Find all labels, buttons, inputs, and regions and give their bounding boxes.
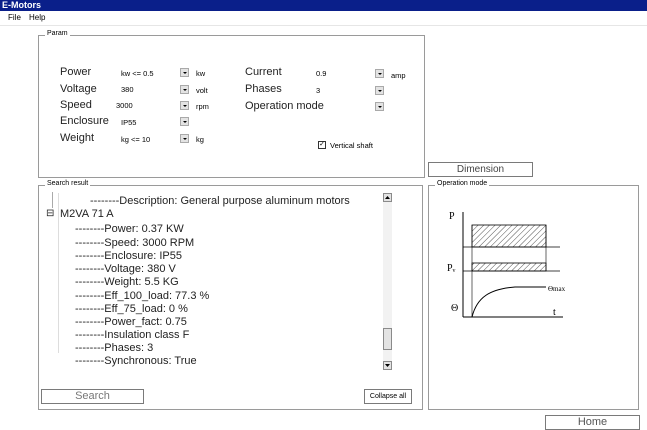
power-block xyxy=(471,224,547,248)
tree-node-m2va-71-a[interactable]: M2VA 71 A xyxy=(60,208,114,220)
current-unit: amp xyxy=(391,71,406,80)
power-select[interactable]: kw <= 0.5 xyxy=(121,69,154,78)
phases-label: Phases xyxy=(245,83,282,95)
voltage-unit: volt xyxy=(196,86,208,95)
voltage-select[interactable]: 380 xyxy=(121,85,134,94)
tree-item-synchronous[interactable]: --------Synchronous: True xyxy=(75,355,197,367)
speed-label: Speed xyxy=(60,99,92,111)
tree-item-insulation-class[interactable]: --------Insulation class F xyxy=(75,329,189,341)
tree-connector xyxy=(52,192,53,208)
weight-label: Weight xyxy=(60,132,95,144)
p-label: P xyxy=(449,211,455,222)
theta-label: Θ xyxy=(451,303,458,314)
dimension-button[interactable]: Dimension xyxy=(428,162,533,177)
weight-dropdown-arrow[interactable] xyxy=(180,134,189,143)
tree-node-toggle-icon[interactable]: ⊟ xyxy=(46,208,54,219)
operation-mode-diagram: P Pᵥ Θ Θmax t xyxy=(447,211,566,318)
power-label: Power xyxy=(60,66,92,78)
tree-item-eff-100-load[interactable]: --------Eff_100_load: 77.3 % xyxy=(75,290,209,302)
scroll-down-button[interactable] xyxy=(383,361,392,370)
speed-unit: rpm xyxy=(196,102,209,111)
tree-item-eff-75-load[interactable]: --------Eff_75_load: 0 % xyxy=(75,303,188,315)
enclosure-dropdown-arrow[interactable] xyxy=(180,117,189,126)
scroll-thumb[interactable] xyxy=(383,328,392,350)
menu-file[interactable]: File xyxy=(8,11,21,25)
phases-dropdown-arrow[interactable] xyxy=(375,86,384,95)
tree-item-weight[interactable]: --------Weight: 5.5 KG xyxy=(75,276,179,288)
operation-mode-dropdown-arrow[interactable] xyxy=(375,102,384,111)
menu-bar: File Help xyxy=(0,11,647,26)
param-legend: Param xyxy=(45,30,70,37)
tree-item-voltage[interactable]: --------Voltage: 380 V xyxy=(75,263,176,275)
enclosure-select[interactable]: IP55 xyxy=(121,118,136,127)
pv-label: Pᵥ xyxy=(447,263,456,274)
chevron-down-icon xyxy=(385,364,390,367)
result-scrollbar[interactable] xyxy=(383,193,392,370)
current-label: Current xyxy=(245,66,282,78)
vertical-shaft-checkbox[interactable]: ✓ xyxy=(318,141,326,149)
weight-select[interactable]: kg <= 10 xyxy=(121,135,150,144)
tree-item-description[interactable]: --------Description: General purpose alu… xyxy=(90,195,350,207)
tree-item-power-fact[interactable]: --------Power_fact: 0.75 xyxy=(75,316,187,328)
tree-item-speed[interactable]: --------Speed: 3000 RPM xyxy=(75,237,194,249)
phases-select[interactable]: 3 xyxy=(316,86,320,95)
collapse-all-button[interactable]: Collapse all xyxy=(364,389,412,404)
t-label: t xyxy=(553,307,556,318)
power-dropdown-arrow[interactable] xyxy=(180,68,189,77)
scroll-up-button[interactable] xyxy=(383,193,392,202)
tree-item-power[interactable]: --------Power: 0.37 KW xyxy=(75,223,184,235)
speed-select[interactable]: 3000 xyxy=(116,101,133,110)
home-button[interactable]: Home xyxy=(545,415,640,430)
window-title: E-Motors xyxy=(2,0,41,10)
weight-unit: kg xyxy=(196,135,204,144)
voltage-label: Voltage xyxy=(60,83,97,95)
tree-item-phases[interactable]: --------Phases: 3 xyxy=(75,342,153,354)
menu-help[interactable]: Help xyxy=(29,11,45,25)
vertical-shaft-label: Vertical shaft xyxy=(330,141,373,150)
speed-dropdown-arrow[interactable] xyxy=(180,101,189,110)
current-select[interactable]: 0.9 xyxy=(316,69,326,78)
window-title-bar: E-Motors xyxy=(0,0,647,11)
power-unit: kw xyxy=(196,69,206,78)
tree-guide xyxy=(58,193,59,353)
pv-block xyxy=(471,262,547,272)
temperature-curve xyxy=(471,286,546,318)
theta-max-label: Θmax xyxy=(548,285,566,293)
tree-item-enclosure[interactable]: --------Enclosure: IP55 xyxy=(75,250,182,262)
search-button[interactable]: Search xyxy=(41,389,144,404)
enclosure-label: Enclosure xyxy=(60,115,109,127)
operation-mode-label: Operation mode xyxy=(245,100,324,112)
current-dropdown-arrow[interactable] xyxy=(375,69,384,78)
voltage-dropdown-arrow[interactable] xyxy=(180,85,189,94)
search-result-legend: Search result xyxy=(45,180,91,187)
chevron-up-icon xyxy=(385,196,390,199)
param-group: Param xyxy=(38,30,425,178)
operation-mode-legend: Operation mode xyxy=(435,180,490,187)
